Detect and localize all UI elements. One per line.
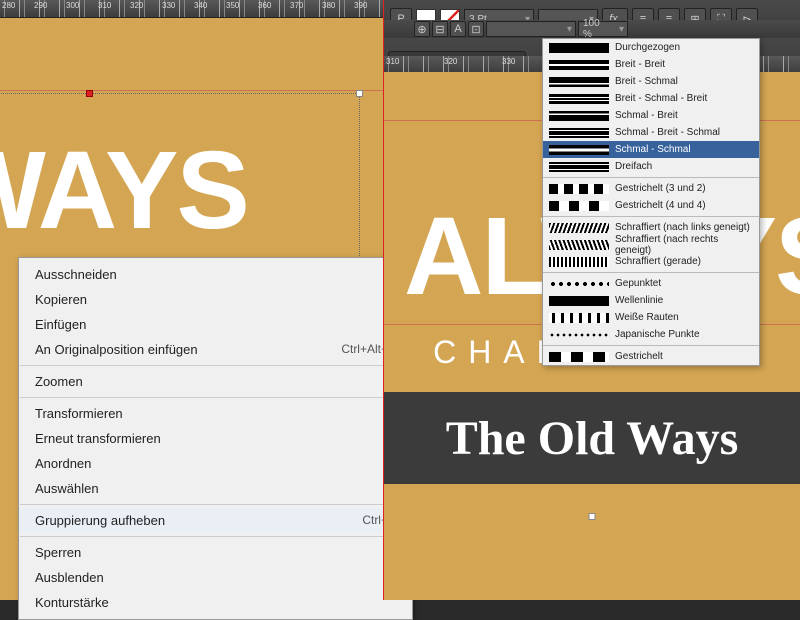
menu-item[interactable]: Anordnen	[19, 451, 412, 476]
canvas-text-oldways[interactable]: The Old Ways	[446, 411, 739, 466]
stroke-preview[interactable]	[486, 21, 576, 37]
menu-item[interactable]: Konturstärke	[19, 590, 412, 615]
context-menu: AusschneidenKopierenEinfügenAn Originalp…	[18, 257, 413, 620]
right-screenshot: P 3 Pt fx. ≡ ≡ ⊞ ⛶ ⊳ ⊕ ⊟ A ⊡ 100 % @ 75 …	[384, 0, 800, 600]
menu-item[interactable]: Transformieren	[19, 401, 412, 426]
resize-handle-center[interactable]	[86, 90, 93, 97]
stroke-style-menu: DurchgezogenBreit - BreitBreit - SchmalB…	[542, 38, 760, 366]
stroke-style-option[interactable]: Schmal - Breit	[543, 107, 759, 124]
menu-item[interactable]: Erneut transformieren	[19, 426, 412, 451]
menu-item[interactable]: Ausblenden	[19, 565, 412, 590]
stroke-style-option[interactable]: Gepunktet	[543, 275, 759, 292]
left-screenshot: 280290300310320330340350360370380390 WAY…	[0, 0, 383, 600]
canvas-text-ways[interactable]: WAYS	[0, 136, 248, 246]
stroke-style-option[interactable]: Gestrichelt (4 und 4)	[543, 197, 759, 214]
stroke-style-option[interactable]: Breit - Schmal	[543, 73, 759, 90]
menu-item[interactable]: Zoomen	[19, 369, 412, 394]
stroke-style-option[interactable]: Japanische Punkte	[543, 326, 759, 343]
menu-item[interactable]: Ausschneiden	[19, 262, 412, 287]
stroke-style-option[interactable]: Dreifach	[543, 158, 759, 175]
stroke-style-option[interactable]: Schraffiert (nach rechts geneigt)	[543, 236, 759, 253]
menu-item[interactable]: Einfügen	[19, 312, 412, 337]
selection-handle[interactable]	[589, 513, 596, 520]
tool-icon[interactable]: ⊕	[414, 21, 430, 37]
menu-item[interactable]: Auswählen	[19, 476, 412, 501]
opacity-field[interactable]: 100 %	[578, 21, 628, 37]
stroke-style-option[interactable]: Weiße Rauten	[543, 309, 759, 326]
stroke-style-option[interactable]: Gestrichelt	[543, 348, 759, 365]
tool-icon[interactable]: ⊡	[468, 21, 484, 37]
ruler-horizontal: 280290300310320330340350360370380390	[0, 0, 383, 18]
resize-handle[interactable]	[356, 90, 363, 97]
banner: The Old Ways	[384, 392, 800, 484]
guide	[0, 90, 383, 91]
stroke-style-option[interactable]: Schmal - Schmal	[543, 141, 759, 158]
menu-item[interactable]: Gruppierung aufhebenCtrl+S	[19, 508, 412, 533]
tool-icon[interactable]: A	[450, 21, 466, 37]
menu-item[interactable]: Sperren	[19, 540, 412, 565]
toolbar-row2: ⊕ ⊟ A ⊡ 100 %	[384, 20, 800, 38]
stroke-style-option[interactable]: Wellenlinie	[543, 292, 759, 309]
stroke-style-option[interactable]: Breit - Schmal - Breit	[543, 90, 759, 107]
stroke-style-option[interactable]: Durchgezogen	[543, 39, 759, 56]
menu-item[interactable]: Kopieren	[19, 287, 412, 312]
stroke-style-option[interactable]: Schraffiert (gerade)	[543, 253, 759, 270]
stroke-style-option[interactable]: Breit - Breit	[543, 56, 759, 73]
stroke-style-option[interactable]: Gestrichelt (3 und 2)	[543, 180, 759, 197]
menu-item[interactable]: An Originalposition einfügenCtrl+Alt+S	[19, 337, 412, 362]
tool-icon[interactable]: ⊟	[432, 21, 448, 37]
stroke-style-option[interactable]: Schmal - Breit - Schmal	[543, 124, 759, 141]
